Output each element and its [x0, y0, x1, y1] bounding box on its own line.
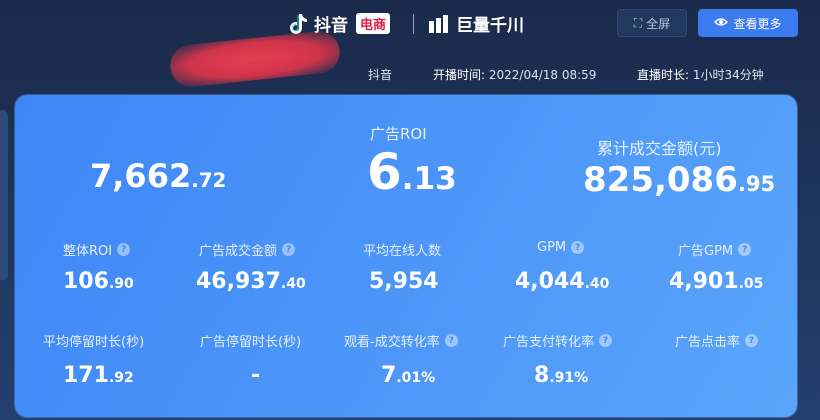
help-icon[interactable]: ?: [571, 241, 585, 254]
ecommerce-badge: 电商: [356, 13, 391, 34]
ad-gmv-text: 广告成交金额: [199, 244, 278, 259]
help-icon[interactable]: ?: [599, 334, 613, 347]
overall-roi-int: 106: [63, 269, 109, 294]
view-more-button[interactable]: 查看更多: [698, 9, 798, 37]
help-icon[interactable]: ?: [444, 334, 458, 347]
metrics-card: 7,662.72 广告ROI 6.13 累计成交金额(元) 825,086.95…: [15, 95, 797, 417]
help-icon[interactable]: ?: [745, 334, 759, 347]
fullscreen-icon: ⛶: [633, 15, 643, 30]
view-conv-int: 7: [381, 363, 397, 388]
avg-stay-label: 平均停留时长(秒): [43, 331, 144, 350]
gpm-int: 4,044: [515, 269, 585, 294]
logo-divider: [413, 14, 414, 34]
ad-gpm-value: 4,901.05: [669, 269, 763, 294]
duration-value: 1小时34分钟: [692, 68, 764, 82]
avg-stay-dec: .92: [108, 370, 134, 386]
qianchuan-bars-icon: [428, 13, 450, 35]
ad-gpm-text: 广告GPM: [678, 244, 734, 259]
ad-gmv-value: 46,937.40: [196, 269, 306, 294]
gpm-dec: .40: [584, 276, 610, 292]
ad-stay-text: 广告停留时长(秒): [200, 335, 302, 350]
view-conv-text: 观看-成交转化率: [344, 335, 440, 350]
help-icon[interactable]: ?: [117, 243, 131, 256]
qianchuan-logo: 巨量千川: [428, 11, 524, 36]
top-bar: 抖音 电商 巨量千川 ⛶ 全屏 查看更多: [0, 0, 820, 48]
avg-online-int: 5,954: [369, 269, 439, 294]
platform-name: 抖音: [368, 68, 393, 82]
platform-info: 抖音: [368, 66, 392, 83]
side-panel-edge: [0, 110, 8, 280]
duration-label: 直播时长:: [637, 68, 690, 82]
hero-left-int: 7,662: [90, 157, 192, 195]
eye-icon: [714, 16, 729, 30]
ad-gpm-int: 4,901: [669, 269, 739, 294]
tiktok-note-icon: [290, 13, 308, 35]
start-time-value: 2022/04/18 08:59: [488, 68, 597, 82]
overall-roi-dec: .90: [108, 276, 134, 292]
avg-online-label: 平均在线人数: [363, 240, 441, 259]
ad-gmv-label: 广告成交金额 ?: [199, 240, 296, 259]
ad-pay-conv-text: 广告支付转化率: [503, 335, 595, 350]
start-time-info: 开播时间: 2022/04/18 08:59: [433, 66, 596, 83]
duration-info: 直播时长: 1小时34分钟: [637, 66, 764, 83]
ad-ctr-text: 广告点击率: [675, 335, 741, 350]
view-conv-value: 7.01%: [381, 363, 435, 388]
qianchuan-text: 巨量千川: [456, 16, 524, 36]
ad-roi-int: 6: [367, 143, 402, 201]
ad-roi-dec: .13: [401, 161, 457, 197]
help-icon[interactable]: ?: [282, 243, 296, 256]
start-time-label: 开播时间:: [433, 68, 486, 82]
gmv-int: 825,086: [583, 160, 738, 200]
hero-left-dec: .72: [191, 169, 227, 192]
ad-gpm-label: 广告GPM ?: [678, 240, 752, 259]
ad-gpm-dec: .05: [738, 276, 764, 292]
gmv-label: 累计成交金额(元): [597, 139, 722, 158]
ad-roi-value: 6.13: [367, 143, 457, 201]
view-conv-label: 观看-成交转化率 ?: [344, 331, 458, 350]
gmv-dec: .95: [737, 171, 776, 196]
ad-pay-conv-dec: .91%: [549, 370, 589, 386]
fullscreen-button[interactable]: ⛶ 全屏: [617, 9, 687, 37]
ad-pay-conv-label: 广告支付转化率 ?: [503, 331, 613, 350]
ad-stay-value: -: [251, 363, 260, 388]
avg-stay-int: 171: [63, 363, 109, 388]
avg-online-text: 平均在线人数: [363, 244, 442, 259]
view-conv-dec: .01%: [396, 370, 436, 386]
ad-stay-label: 广告停留时长(秒): [200, 331, 301, 350]
ad-gmv-int: 46,937: [196, 269, 281, 294]
ad-pay-conv-int: 8: [534, 363, 550, 388]
avg-stay-text: 平均停留时长(秒): [43, 335, 145, 350]
ad-gmv-dec: .40: [280, 276, 306, 292]
hero-left-value: 7,662.72: [90, 157, 226, 195]
overall-roi-label: 整体ROI ?: [63, 240, 131, 259]
gpm-value: 4,044.40: [515, 269, 609, 294]
gmv-value: 825,086.95: [583, 160, 775, 200]
avg-stay-value: 171.92: [63, 363, 134, 388]
gpm-label: GPM ?: [537, 240, 585, 255]
ad-roi-label: 广告ROI: [370, 125, 427, 143]
view-more-label: 查看更多: [733, 16, 782, 31]
ad-stay-int: -: [251, 363, 261, 388]
ad-pay-conv-value: 8.91%: [534, 363, 588, 388]
gpm-text: GPM: [537, 240, 567, 255]
help-icon[interactable]: ?: [738, 243, 752, 256]
overall-roi-value: 106.90: [63, 269, 134, 294]
ad-ctr-label: 广告点击率 ?: [675, 331, 759, 350]
overall-roi-text: 整体ROI: [63, 244, 113, 259]
avg-online-value: 5,954: [369, 269, 439, 294]
fullscreen-label: 全屏: [646, 16, 671, 31]
